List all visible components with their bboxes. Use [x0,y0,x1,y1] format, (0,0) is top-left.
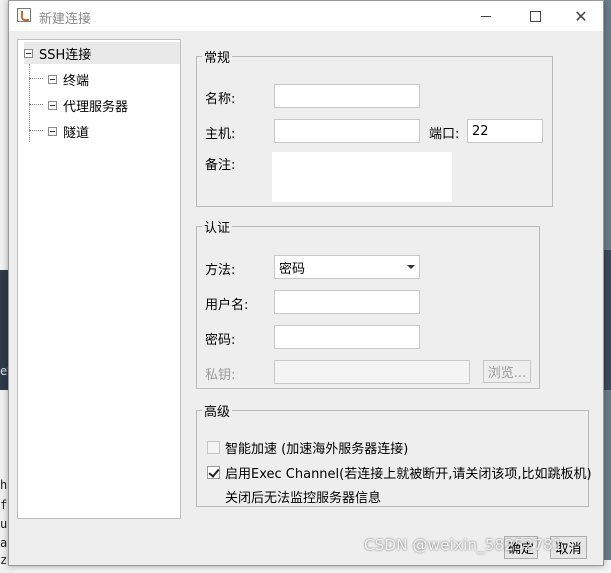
close-icon: ✕ [574,6,588,26]
host-input[interactable] [274,119,420,143]
tree-connector [29,130,43,131]
general-legend: 常规 [204,51,231,66]
name-label: 名称: [205,92,236,107]
minimize-icon [481,15,491,17]
tree-item-label: 隧道 [63,125,90,141]
private-key-label: 私钥: [205,368,236,383]
smart-accel-label: 智能加速 (加速海外服务器连接) [225,442,409,457]
smart-accel-checkbox[interactable] [207,441,220,454]
auth-legend: 认证 [204,221,231,236]
host-label: 主机: [205,127,236,142]
minimize-button[interactable] [463,1,509,31]
tree-item-tunnel[interactable]: 隧道 [48,120,89,142]
tree-connector [29,104,43,105]
tree-item-ssh[interactable]: SSH连接 [24,42,180,64]
settings-tree: SSH连接 终端 代理服务器 隧道 [17,39,181,519]
username-label: 用户名: [205,298,249,313]
method-label: 方法: [205,263,236,278]
tree-item-terminal[interactable]: 终端 [48,68,89,90]
checkmark-icon [208,466,220,478]
collapse-icon[interactable] [48,74,57,84]
close-button[interactable]: ✕ [558,1,604,31]
auth-method-value: 密码 [279,261,306,277]
exec-channel-note: 关闭后无法监控服务器信息 [225,491,382,506]
new-connection-dialog: 新建连接 ✕ SSH连接 终端 代理服务器 隧道 常规 名称: 主机: 端口: … [8,0,604,566]
note-textarea[interactable] [272,152,452,202]
tree-connector [29,78,43,79]
general-group: 常规 名称: 主机: 端口: 备注: [196,47,553,207]
private-key-input[interactable] [274,360,470,384]
auth-group: 认证 方法: 密码 用户名: 密码: 私钥: 浏览... [196,217,540,389]
collapse-icon[interactable] [24,48,33,58]
advanced-legend: 高级 [204,405,231,420]
csdn-watermark: CSDN @weixin_58252781 [364,536,563,554]
collapse-icon[interactable] [48,126,57,136]
collapse-icon[interactable] [48,100,57,110]
background-text: h [0,478,8,492]
chevron-down-icon [407,265,415,269]
note-label: 备注: [205,158,236,173]
exec-channel-label: 启用Exec Channel(若连接上就被断开,请关闭该项,比如跳板机) [225,467,592,482]
port-label: 端口: [429,127,460,142]
auth-method-select[interactable]: 密码 [274,255,420,279]
java-app-icon [17,8,31,22]
exec-channel-checkbox[interactable] [207,466,220,479]
name-input[interactable] [274,84,420,108]
tree-item-label: 代理服务器 [63,99,129,115]
maximize-button[interactable] [512,1,558,31]
tree-item-label: 终端 [63,73,90,89]
advanced-group: 高级 智能加速 (加速海外服务器连接) 启用Exec Channel(若连接上就… [196,401,592,507]
tree-item-label: SSH连接 [39,47,92,63]
maximize-icon [529,10,541,22]
port-input[interactable] [467,119,543,143]
window-title: 新建连接 [39,12,92,27]
title-bar[interactable]: 新建连接 ✕ [9,1,603,31]
username-input[interactable] [274,290,420,314]
password-label: 密码: [205,333,236,348]
browse-button[interactable]: 浏览... [483,360,531,383]
password-input[interactable] [274,325,420,349]
tree-item-proxy[interactable]: 代理服务器 [48,94,128,116]
